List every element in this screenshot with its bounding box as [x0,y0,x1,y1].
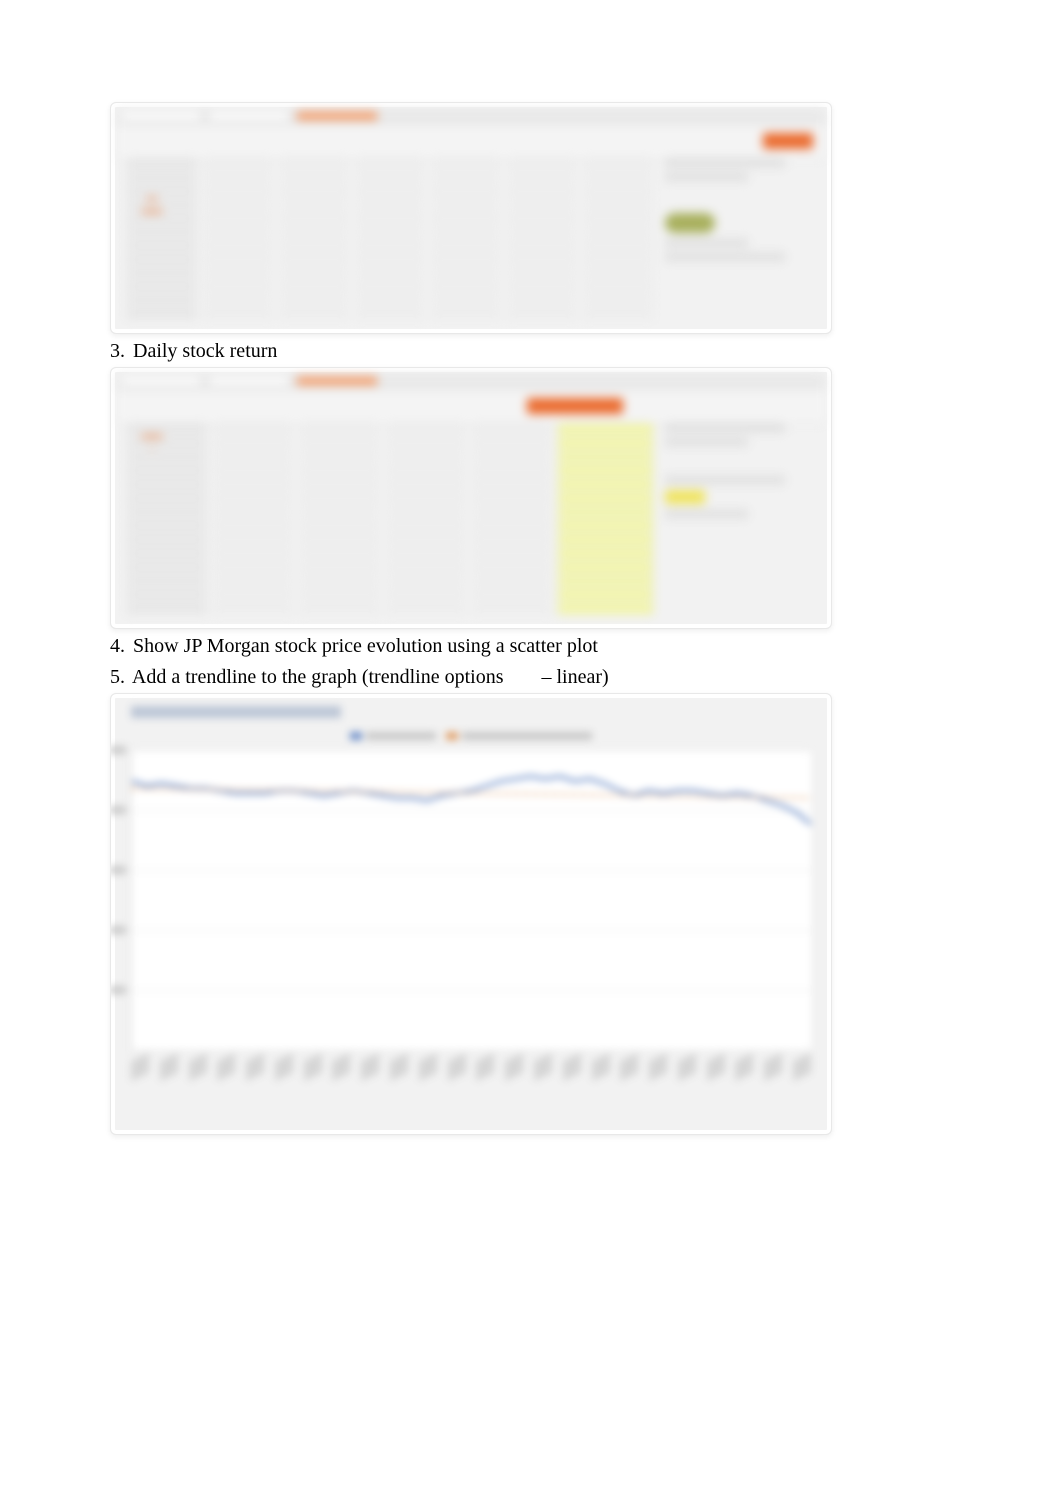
step-5: 5. Add a trendline to the graph (trendli… [110,664,952,691]
chart-plot-area [131,750,811,1051]
highlighted-yellow-column [558,424,653,614]
step-4: 4. Show JP Morgan stock price evolution … [110,633,952,660]
chart-x-ticks [131,1057,811,1077]
figure-1-wrap [110,102,952,334]
step-3: 3. Daily stock return [110,338,952,365]
step-4-text: Show JP Morgan stock price evolution usi… [133,635,598,657]
figure-3-wrap [110,693,952,1135]
step-5-number: 5. [110,664,128,691]
figure-2-wrap [110,367,952,629]
figure-1-spreadsheet [110,102,832,334]
chart-title [131,706,341,718]
step-3-text: Daily stock return [133,340,277,362]
step-4-number: 4. [110,633,128,660]
step-5-text-b: – linear) [541,666,608,688]
step-5-text-a: Add a trendline to the graph (trendline … [132,666,504,688]
step-3-number: 3. [110,338,128,365]
chart-series-svg [132,750,811,1050]
document-page: 3. Daily stock return [0,0,1062,1335]
chart-legend [131,732,811,740]
figure-3-chart [110,693,832,1135]
figure-2-spreadsheet [110,367,832,629]
